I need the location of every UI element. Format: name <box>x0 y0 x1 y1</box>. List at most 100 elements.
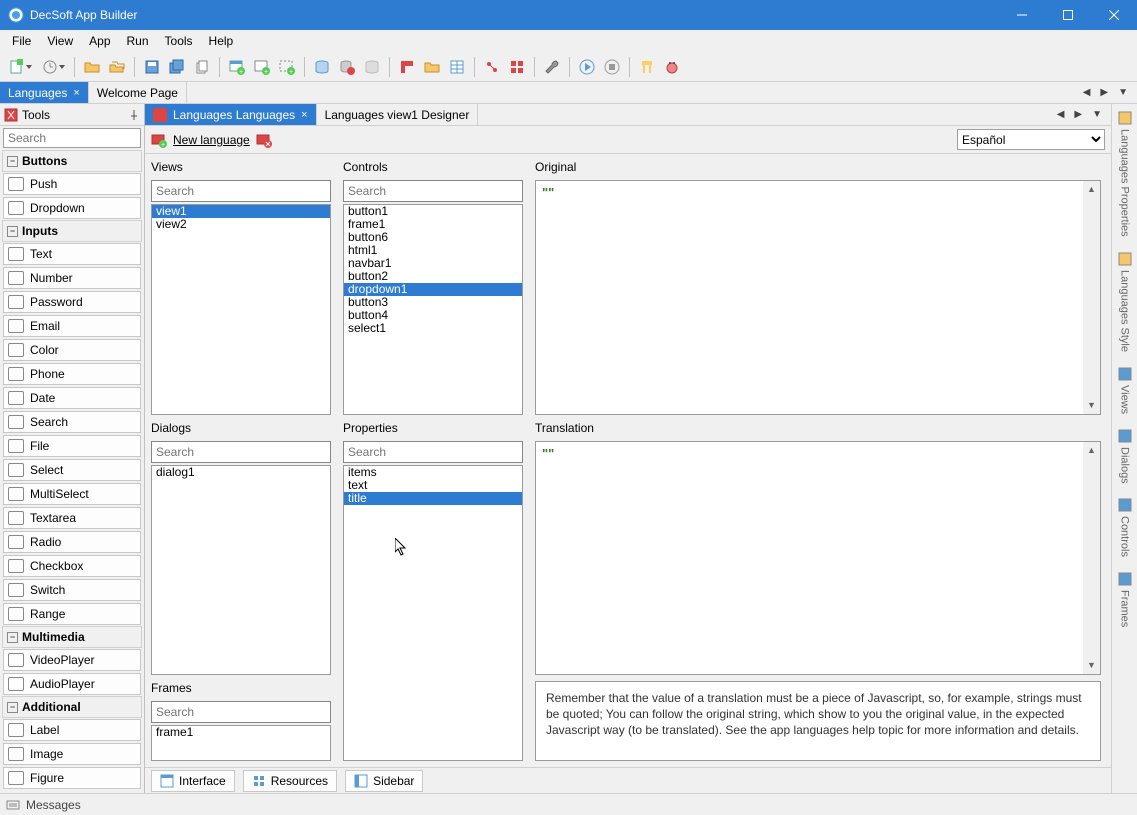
category-inputs[interactable]: −Inputs <box>2 220 142 242</box>
frames-list[interactable]: frame1 <box>152 726 330 760</box>
copy-icon[interactable] <box>190 55 214 79</box>
category-additional[interactable]: −Additional <box>2 696 142 718</box>
tool-radio[interactable]: Radio <box>3 531 141 553</box>
open-folder-icon[interactable] <box>80 55 104 79</box>
menu-run[interactable]: Run <box>119 32 157 50</box>
original-textarea[interactable]: "" ▲▼ <box>535 180 1101 415</box>
tool-checkbox[interactable]: Checkbox <box>3 555 141 577</box>
new-dropdown[interactable] <box>4 55 36 79</box>
inner-tab-languages[interactable]: Languages Languages × <box>145 104 317 125</box>
add-view-icon[interactable]: + <box>225 55 249 79</box>
list-item[interactable]: text <box>344 479 522 492</box>
tab-welcome[interactable]: Welcome Page <box>89 82 187 103</box>
bottom-tab-interface[interactable]: Interface <box>151 770 235 792</box>
tool-image[interactable]: Image <box>3 743 141 765</box>
run-icon[interactable] <box>575 55 599 79</box>
dialogs-list[interactable]: dialog1 <box>152 466 330 675</box>
translation-textarea[interactable]: "" ▲▼ <box>535 441 1101 676</box>
new-language-icon[interactable]: + <box>151 132 167 148</box>
save-all-icon[interactable] <box>165 55 189 79</box>
tool-figure[interactable]: Figure <box>3 767 141 789</box>
tool-file[interactable]: File <box>3 435 141 457</box>
dock-tab-languages-style[interactable]: Languages Style <box>1113 247 1137 362</box>
tool-label[interactable]: Label <box>3 719 141 741</box>
list-item[interactable]: frame1 <box>152 726 330 739</box>
tab-nav-left-icon[interactable]: ◀ <box>1080 87 1094 98</box>
db-icon[interactable] <box>310 55 334 79</box>
tool-phone[interactable]: Phone <box>3 363 141 385</box>
db-delete-icon[interactable] <box>335 55 359 79</box>
dialogs-search-input[interactable] <box>151 441 331 463</box>
category-buttons[interactable]: −Buttons <box>2 150 142 172</box>
menu-help[interactable]: Help <box>201 32 242 50</box>
inner-tab-designer[interactable]: Languages view1 Designer <box>317 104 479 125</box>
recent-dropdown[interactable] <box>37 55 69 79</box>
maximize-button[interactable] <box>1045 0 1091 30</box>
dock-tab-controls[interactable]: Controls <box>1113 493 1137 567</box>
stop-icon[interactable] <box>600 55 624 79</box>
save-icon[interactable] <box>140 55 164 79</box>
close-icon[interactable]: × <box>301 109 307 121</box>
tool-password[interactable]: Password <box>3 291 141 313</box>
connect-icon[interactable] <box>480 55 504 79</box>
menu-file[interactable]: File <box>4 32 39 50</box>
inner-nav-right-icon[interactable]: ▶ <box>1071 109 1085 120</box>
menu-tools[interactable]: Tools <box>157 32 201 50</box>
list-item[interactable]: title <box>344 492 522 505</box>
flag-icon[interactable] <box>395 55 419 79</box>
wrench-icon[interactable] <box>540 55 564 79</box>
tool-text[interactable]: Text <box>3 243 141 265</box>
tool-email[interactable]: Email <box>3 315 141 337</box>
controls-search-input[interactable] <box>343 180 523 202</box>
db-disabled-icon[interactable] <box>360 55 384 79</box>
tool-multiselect[interactable]: MultiSelect <box>3 483 141 505</box>
views-search-input[interactable] <box>151 180 331 202</box>
tool-color[interactable]: Color <box>3 339 141 361</box>
views-list[interactable]: view1view2 <box>152 205 330 414</box>
tab-nav-right-icon[interactable]: ▶ <box>1097 87 1111 98</box>
folder-fav-icon[interactable] <box>420 55 444 79</box>
debug2-icon[interactable] <box>660 55 684 79</box>
frames-search-input[interactable] <box>151 701 331 723</box>
bottom-tab-sidebar[interactable]: Sidebar <box>345 770 423 792</box>
properties-list[interactable]: itemstexttitle <box>344 466 522 761</box>
inner-nav-menu-icon[interactable]: ▼ <box>1089 109 1105 120</box>
close-icon[interactable]: × <box>73 87 79 99</box>
add-dialog-icon[interactable]: + <box>250 55 274 79</box>
tool-range[interactable]: Range <box>3 603 141 625</box>
dock-tab-views[interactable]: Views <box>1113 362 1137 424</box>
add-frame-icon[interactable]: + <box>275 55 299 79</box>
tab-nav-menu-icon[interactable]: ▼ <box>1115 87 1131 98</box>
tool-date[interactable]: Date <box>3 387 141 409</box>
dock-tab-frames[interactable]: Frames <box>1113 567 1137 637</box>
list-item[interactable]: view2 <box>152 218 330 231</box>
grid-icon[interactable] <box>505 55 529 79</box>
dock-tab-languages-properties[interactable]: Languages Properties <box>1113 106 1137 247</box>
tool-dropdown[interactable]: Dropdown <box>3 197 141 219</box>
category-multimedia[interactable]: −Multimedia <box>2 626 142 648</box>
delete-language-icon[interactable] <box>256 132 272 148</box>
tool-switch[interactable]: Switch <box>3 579 141 601</box>
status-text[interactable]: Messages <box>26 798 81 812</box>
close-button[interactable] <box>1091 0 1137 30</box>
menu-view[interactable]: View <box>39 32 81 50</box>
language-select[interactable]: Español <box>957 129 1105 150</box>
properties-search-input[interactable] <box>343 441 523 463</box>
tools-search-input[interactable] <box>3 128 141 148</box>
list-item[interactable]: items <box>344 466 522 479</box>
folders-icon[interactable] <box>105 55 129 79</box>
table-icon[interactable] <box>445 55 469 79</box>
tool-audioplayer[interactable]: AudioPlayer <box>3 673 141 695</box>
tool-push[interactable]: Push <box>3 173 141 195</box>
dock-tab-dialogs[interactable]: Dialogs <box>1113 424 1137 494</box>
new-language-link[interactable]: New language <box>173 133 250 147</box>
inner-nav-left-icon[interactable]: ◀ <box>1054 109 1068 120</box>
tool-number[interactable]: Number <box>3 267 141 289</box>
tool-search[interactable]: Search <box>3 411 141 433</box>
list-item[interactable]: select1 <box>344 322 522 335</box>
tab-languages[interactable]: Languages × <box>0 82 89 103</box>
tool-textarea[interactable]: Textarea <box>3 507 141 529</box>
debug1-icon[interactable] <box>635 55 659 79</box>
pin-icon[interactable] <box>128 109 140 121</box>
tool-select[interactable]: Select <box>3 459 141 481</box>
